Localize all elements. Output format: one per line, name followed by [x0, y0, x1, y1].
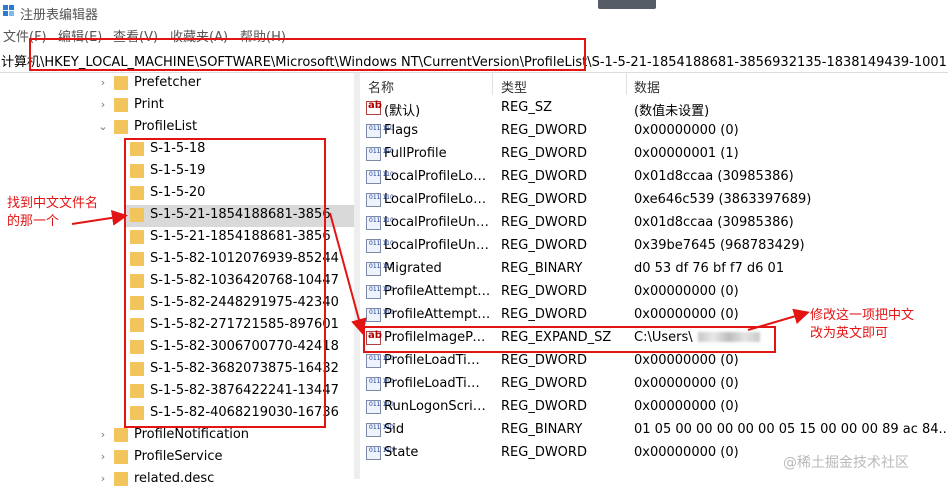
arrow-to-note — [747, 308, 810, 331]
annotation-line: 改为英文即可 — [810, 326, 889, 341]
redacted-username — [698, 332, 760, 342]
arrow-to-value — [329, 212, 367, 335]
annotation-line: 的那一个 — [7, 214, 60, 229]
annotation-find-folder: 找到中文文件名 的那一个 — [7, 195, 98, 231]
annotation-modify-entry: 修改这一项把中文 改为英文即可 — [810, 307, 914, 343]
watermark: @稀土掘金技术社区 — [783, 455, 909, 471]
annotation-line: 找到中文文件名 — [7, 196, 99, 211]
annotation-arrows — [71, 209, 810, 335]
annotation-line: 修改这一项把中文 — [810, 308, 915, 323]
